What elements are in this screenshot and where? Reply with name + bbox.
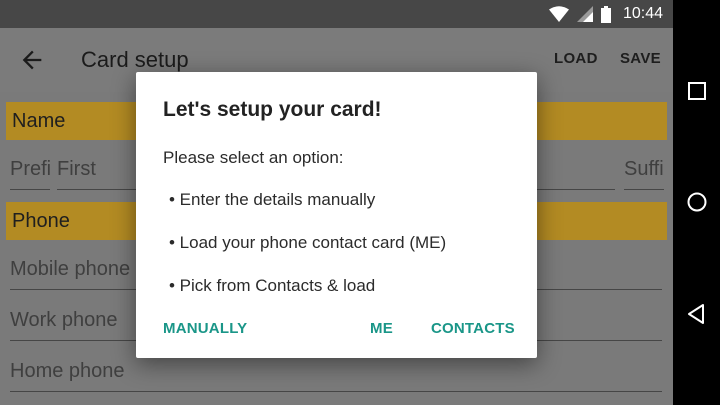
last-name-field[interactable] [537,154,615,190]
navigation-bar [673,0,720,405]
prefix-field[interactable]: Prefix [10,154,50,190]
manually-button[interactable]: MANUALLY [163,320,247,337]
load-button[interactable]: LOAD [554,50,598,67]
home-icon[interactable] [685,190,709,214]
battery-icon [600,5,611,23]
suffix-field[interactable]: Suffix [624,154,664,190]
setup-dialog: Let's setup your card! Please select an … [136,72,537,358]
dialog-message: Please select an option: [163,148,344,167]
wifi-icon [548,6,569,22]
contacts-button[interactable]: CONTACTS [431,320,515,337]
cell-signal-icon [576,6,593,22]
first-name-field[interactable]: First [57,154,147,190]
back-arrow-icon[interactable] [18,46,46,74]
option-me-text: • Load your phone contact card (ME) [169,233,447,252]
recent-apps-icon[interactable] [685,79,709,103]
option-manual-text: • Enter the details manually [169,190,376,209]
page-title: Card setup [81,47,189,72]
status-time: 10:44 [622,5,663,22]
status-icons: 10:44 [548,0,663,28]
me-button[interactable]: ME [370,320,393,337]
dialog-title: Let's setup your card! [163,98,382,121]
save-button[interactable]: SAVE [620,50,661,67]
back-nav-icon[interactable] [685,302,709,326]
option-contacts-text: • Pick from Contacts & load [169,276,376,295]
status-bar: 10:44 [0,0,673,28]
home-phone-field[interactable]: Home phone [10,356,662,392]
